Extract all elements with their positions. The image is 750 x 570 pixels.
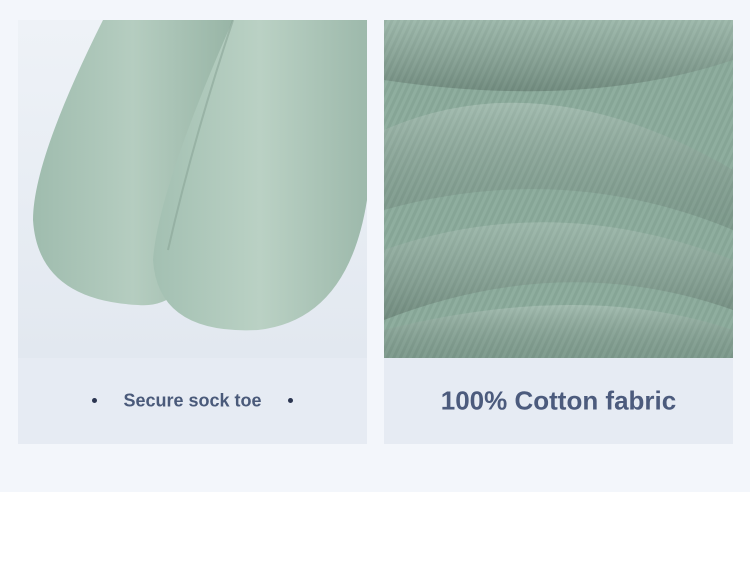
caption-sock-toe: Secure sock toe <box>123 390 262 411</box>
caption-bar: Secure sock toe <box>18 358 367 444</box>
cotton-fabric-photo <box>384 20 733 358</box>
caption-cotton-fabric: 100% Cotton fabric <box>440 385 677 416</box>
sock-toe-photo <box>18 20 367 358</box>
feature-card-cotton-fabric: 100% Cotton fabric <box>384 20 733 444</box>
bullet-dot-right <box>288 398 293 403</box>
feature-card-sock-toe: Secure sock toe <box>18 20 367 444</box>
caption-bar: 100% Cotton fabric <box>384 358 733 444</box>
